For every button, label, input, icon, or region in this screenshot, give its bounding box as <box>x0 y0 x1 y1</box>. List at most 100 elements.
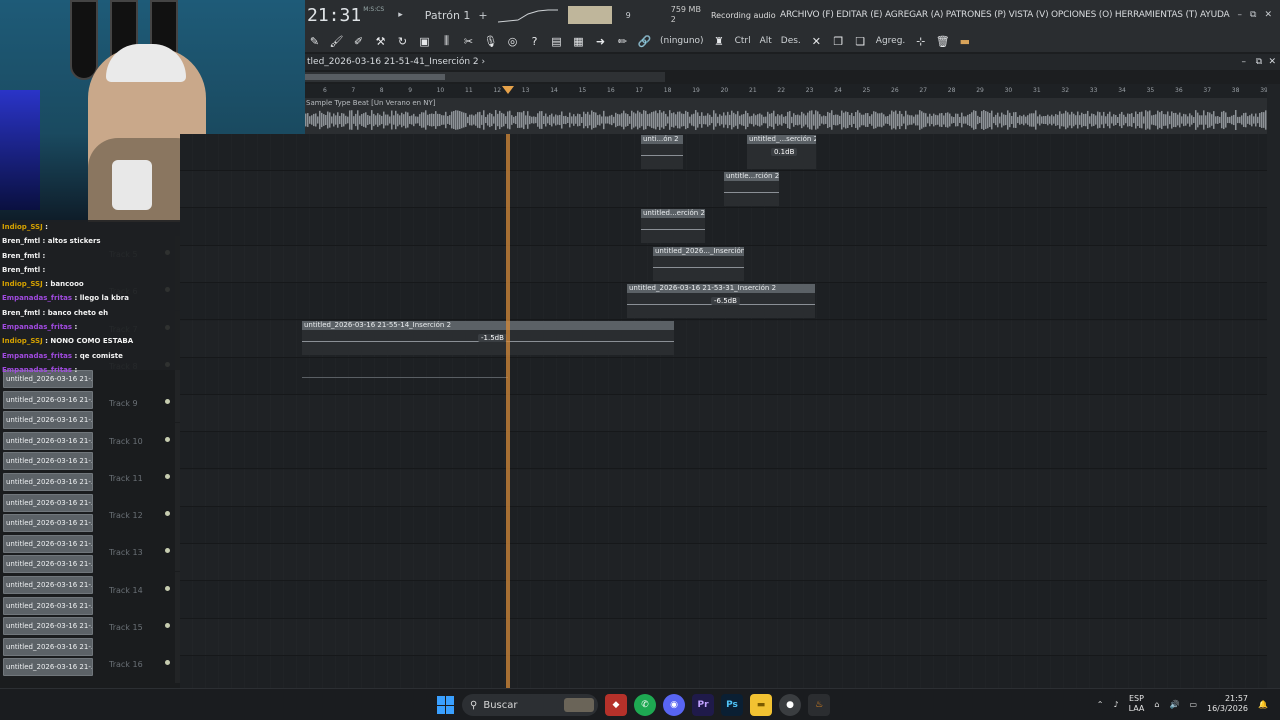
track-name[interactable]: Track 12 <box>109 511 143 520</box>
tray-chevron-icon[interactable]: ⌃ <box>1097 700 1104 709</box>
playlist-track-row[interactable] <box>180 209 1267 246</box>
playlist-track-row[interactable] <box>180 544 1267 582</box>
taskbar-clock[interactable]: 21:57 16/3/2026 <box>1207 694 1248 714</box>
picker-clip-item[interactable]: untitled_2026-03-16 21-... <box>3 452 93 471</box>
audio-clip[interactable]: unti...ón 2 <box>641 135 683 169</box>
link-icon[interactable]: 🔗 <box>638 35 652 48</box>
audio-clip[interactable]: untitled_2026..._Inserción 2 <box>653 247 744 281</box>
help-icon[interactable]: ? <box>528 35 541 48</box>
pattern-selector[interactable]: Patrón 1 <box>425 9 471 22</box>
file-explorer-icon[interactable]: ▬ <box>750 694 772 716</box>
whatsapp-icon[interactable]: ✆ <box>634 694 656 716</box>
loop-icon[interactable]: ↻ <box>396 35 409 48</box>
vertical-scrollbar[interactable] <box>1267 84 1280 688</box>
pencil-icon[interactable]: ✏ <box>616 35 629 48</box>
track-name[interactable]: Track 16 <box>109 660 143 669</box>
target-none-label[interactable]: (ninguno) <box>660 36 704 46</box>
track-volume-strip[interactable] <box>175 459 180 497</box>
minimize-button[interactable]: – <box>1238 10 1243 20</box>
track-volume-strip[interactable] <box>175 497 180 535</box>
playlist-track-row[interactable] <box>180 470 1267 507</box>
playhead-marker-icon[interactable] <box>502 86 514 94</box>
playlist-track-row[interactable] <box>180 134 1267 171</box>
picker-clip-item[interactable]: untitled_2026-03-16 21-... <box>3 555 93 574</box>
audio-clip[interactable]: untitle...rción 2 <box>724 172 779 206</box>
timeline-ruler[interactable]: 6 7 8 9 10 11 12 13 14 15 16 17 18 19 20 21 22 23 24 25 26 27… <box>305 84 1268 98</box>
track-name[interactable]: Track 14 <box>109 586 143 595</box>
playlist-track-row[interactable] <box>180 432 1267 470</box>
song-clock[interactable]: 21:31 <box>307 5 361 26</box>
track-mute-led[interactable] <box>165 660 170 666</box>
picker-clip-item[interactable]: untitled_2026-03-16 21-... <box>3 514 93 533</box>
track-name[interactable]: Track 11 <box>109 474 143 483</box>
playhead-line[interactable] <box>506 134 510 688</box>
photoshop-icon[interactable]: Ps <box>721 694 743 716</box>
language-indicator[interactable]: ESP LAA <box>1129 694 1145 714</box>
copy-icon[interactable]: ❐ <box>832 35 845 48</box>
pattern-swatch-icon[interactable]: ▬ <box>958 35 971 48</box>
audio-clip[interactable]: untitled_2026-03-16 21-55-14_Inserción 2… <box>302 321 674 355</box>
playlist-track-row[interactable] <box>180 582 1267 619</box>
track-mute-led[interactable] <box>165 399 170 405</box>
track-mute-led[interactable] <box>165 623 170 628</box>
trash-icon[interactable]: 🗑 <box>936 35 950 48</box>
picker-clip-item[interactable]: untitled_2026-03-16 21-... <box>3 575 93 594</box>
track-mute-led[interactable] <box>165 511 170 517</box>
main-menu[interactable]: ARCHIVO (F) EDITAR (E) AGREGAR (A) PATRO… <box>780 10 1230 20</box>
audio-clip[interactable]: untitled_2026-03-16 21-53-31_Inserción 2… <box>627 284 815 318</box>
track-volume-strip[interactable] <box>175 422 180 460</box>
picker-clip-item[interactable]: untitled_2026-03-16 21-... <box>3 534 93 553</box>
delete-tool-icon[interactable]: ✐ <box>352 35 365 48</box>
playlist-track-row[interactable] <box>180 507 1267 544</box>
ctrl-button[interactable]: Ctrl <box>735 36 751 46</box>
playlist-minimize-button[interactable]: – <box>1242 54 1247 70</box>
track-name[interactable]: Track 10 <box>109 437 143 446</box>
brave-icon[interactable]: ◆ <box>605 694 627 716</box>
chat-icon[interactable]: ◎ <box>506 35 519 48</box>
close-button[interactable]: ✕ <box>1264 10 1272 20</box>
discord-icon[interactable]: ◉ <box>663 694 685 716</box>
track-volume-strip[interactable] <box>175 571 180 609</box>
cut-icon[interactable]: ✂ <box>462 35 475 48</box>
picker-clip-item[interactable]: untitled_2026-03-16 21-... <box>3 472 93 491</box>
fl-studio-icon[interactable]: ♨ <box>808 694 830 716</box>
taskbar-search[interactable]: ⚲ Buscar <box>462 694 598 716</box>
picker-clip-item[interactable]: untitled_2026-03-16 21-... <box>3 411 93 430</box>
scrollbar-thumb[interactable] <box>305 74 445 80</box>
picker-clip-item[interactable]: untitled_2026-03-16 21-... <box>3 637 93 656</box>
mixer-icon[interactable]: ⫼ <box>440 34 453 48</box>
track-mute-led[interactable] <box>165 436 170 442</box>
track-name[interactable]: Track 9 <box>109 399 138 408</box>
play-arrow-icon[interactable]: ▸ <box>398 10 403 20</box>
playlist-track-row[interactable] <box>180 619 1267 656</box>
horizontal-scrollbar[interactable] <box>305 72 665 82</box>
restore-button[interactable]: ⧉ <box>1250 10 1256 20</box>
track-volume-strip[interactable] <box>175 646 180 684</box>
playlist-grid[interactable] <box>180 134 1267 694</box>
playlist-close-button[interactable]: ✕ <box>1268 54 1276 70</box>
picker-clip-item[interactable]: untitled_2026-03-16 21-... <box>3 493 93 512</box>
battery-icon[interactable]: ▭ <box>1189 700 1197 709</box>
obs-icon[interactable]: ● <box>779 694 801 716</box>
mute-tool-icon[interactable]: ⚒ <box>374 35 387 48</box>
playlist-restore-button[interactable]: ⧉ <box>1256 54 1262 70</box>
audio-clip[interactable]: untitled_...serción 2 0.1dB <box>747 135 816 169</box>
playlist-track-row[interactable] <box>180 395 1267 433</box>
picker-clip-item[interactable]: untitled_2026-03-16 21-... <box>3 431 93 450</box>
audio-clip[interactable]: untitled...erción 2 <box>641 209 705 243</box>
record-mic-icon[interactable]: 🎙 <box>484 35 498 48</box>
track-name[interactable]: Track 15 <box>109 623 143 632</box>
snap-icon[interactable]: ⊹ <box>914 35 927 48</box>
draw-tool-icon[interactable]: ✎ <box>308 35 321 48</box>
alt-button[interactable]: Alt <box>760 36 772 46</box>
track-volume-strip[interactable] <box>175 609 180 646</box>
track-mute-led[interactable] <box>165 585 170 591</box>
add-button[interactable]: Agreg. <box>876 36 905 46</box>
picker-clip-item[interactable]: untitled_2026-03-16 21-... <box>3 596 93 615</box>
mic-tray-icon[interactable]: ♪ <box>1113 700 1118 709</box>
track-mute-led[interactable] <box>165 548 170 554</box>
paste-icon[interactable]: ❏ <box>854 35 867 48</box>
add-pattern-button[interactable]: + <box>478 9 487 22</box>
notifications-icon[interactable]: 🔔 <box>1258 700 1268 709</box>
start-button-icon[interactable] <box>437 696 455 714</box>
